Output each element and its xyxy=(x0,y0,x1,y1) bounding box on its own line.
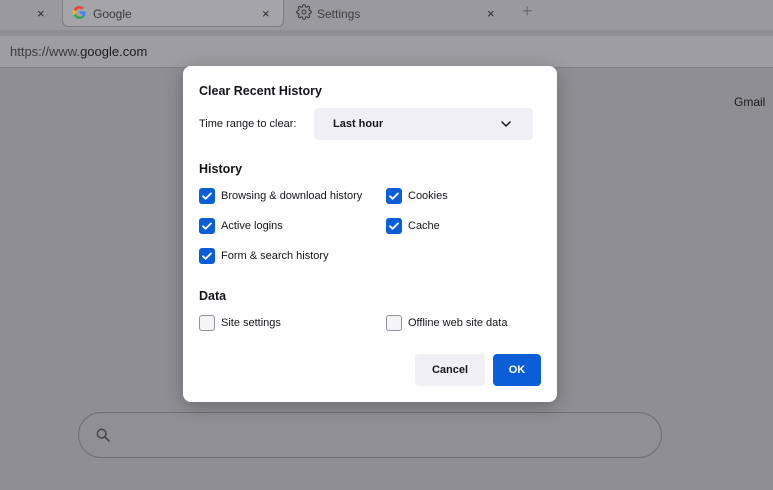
url-host: google.com xyxy=(80,44,148,59)
search-icon xyxy=(96,428,110,442)
google-g-icon xyxy=(73,6,86,19)
gmail-link[interactable]: Gmail xyxy=(734,95,765,109)
browsing-history-checkbox[interactable]: Browsing & download history xyxy=(199,188,362,204)
ok-button[interactable]: OK xyxy=(493,354,541,386)
form-search-history-checkbox[interactable]: Form & search history xyxy=(199,248,329,264)
gear-icon xyxy=(296,4,312,20)
close-icon[interactable]: × xyxy=(262,6,270,21)
cancel-button[interactable]: Cancel xyxy=(415,354,485,386)
checkbox-unchecked[interactable] xyxy=(386,315,402,331)
url-bar[interactable]: https://www.google.com xyxy=(0,36,773,68)
time-range-select[interactable]: Last hour xyxy=(314,108,533,140)
chevron-down-icon xyxy=(501,121,511,127)
checkbox-label: Cookies xyxy=(408,190,448,202)
active-logins-checkbox[interactable]: Active logins xyxy=(199,218,283,234)
clear-history-dialog: Clear Recent History Time range to clear… xyxy=(183,66,557,402)
checkbox-label: Offline web site data xyxy=(408,317,508,329)
close-icon[interactable]: × xyxy=(37,6,45,21)
time-range-label: Time range to clear: xyxy=(199,118,297,130)
checkbox-checked[interactable] xyxy=(386,188,402,204)
search-input[interactable] xyxy=(78,412,662,458)
dialog-title: Clear Recent History xyxy=(199,84,322,98)
history-section-title: History xyxy=(199,162,243,176)
checkbox-label: Cache xyxy=(408,220,440,232)
checkbox-checked[interactable] xyxy=(199,188,215,204)
checkbox-checked[interactable] xyxy=(199,218,215,234)
tab-google[interactable]: Google × xyxy=(62,0,284,27)
site-settings-checkbox[interactable]: Site settings xyxy=(199,315,281,331)
checkbox-label: Browsing & download history xyxy=(221,190,363,202)
cache-checkbox[interactable]: Cache xyxy=(386,218,440,234)
url-text[interactable]: https://www.google.com xyxy=(10,44,147,59)
tab-title: Google xyxy=(93,7,132,21)
checkbox-checked[interactable] xyxy=(386,218,402,234)
url-prefix: https://www. xyxy=(10,44,81,59)
time-range-value: Last hour xyxy=(333,118,384,130)
tab-title: Settings xyxy=(317,7,361,21)
checkbox-unchecked[interactable] xyxy=(199,315,215,331)
cookies-checkbox[interactable]: Cookies xyxy=(386,188,448,204)
checkbox-checked[interactable] xyxy=(199,248,215,264)
new-tab-button[interactable]: + xyxy=(522,1,533,22)
close-icon[interactable]: × xyxy=(487,6,495,21)
tab-previous[interactable]: × xyxy=(0,0,60,27)
offline-data-checkbox[interactable]: Offline web site data xyxy=(386,315,507,331)
tab-settings[interactable]: Settings × xyxy=(286,0,506,27)
checkbox-label: Site settings xyxy=(221,317,281,329)
checkbox-label: Active logins xyxy=(221,220,283,232)
data-section-title: Data xyxy=(199,289,227,303)
checkbox-label: Form & search history xyxy=(221,250,329,262)
tab-strip: × Google × Settings × + xyxy=(0,0,773,30)
